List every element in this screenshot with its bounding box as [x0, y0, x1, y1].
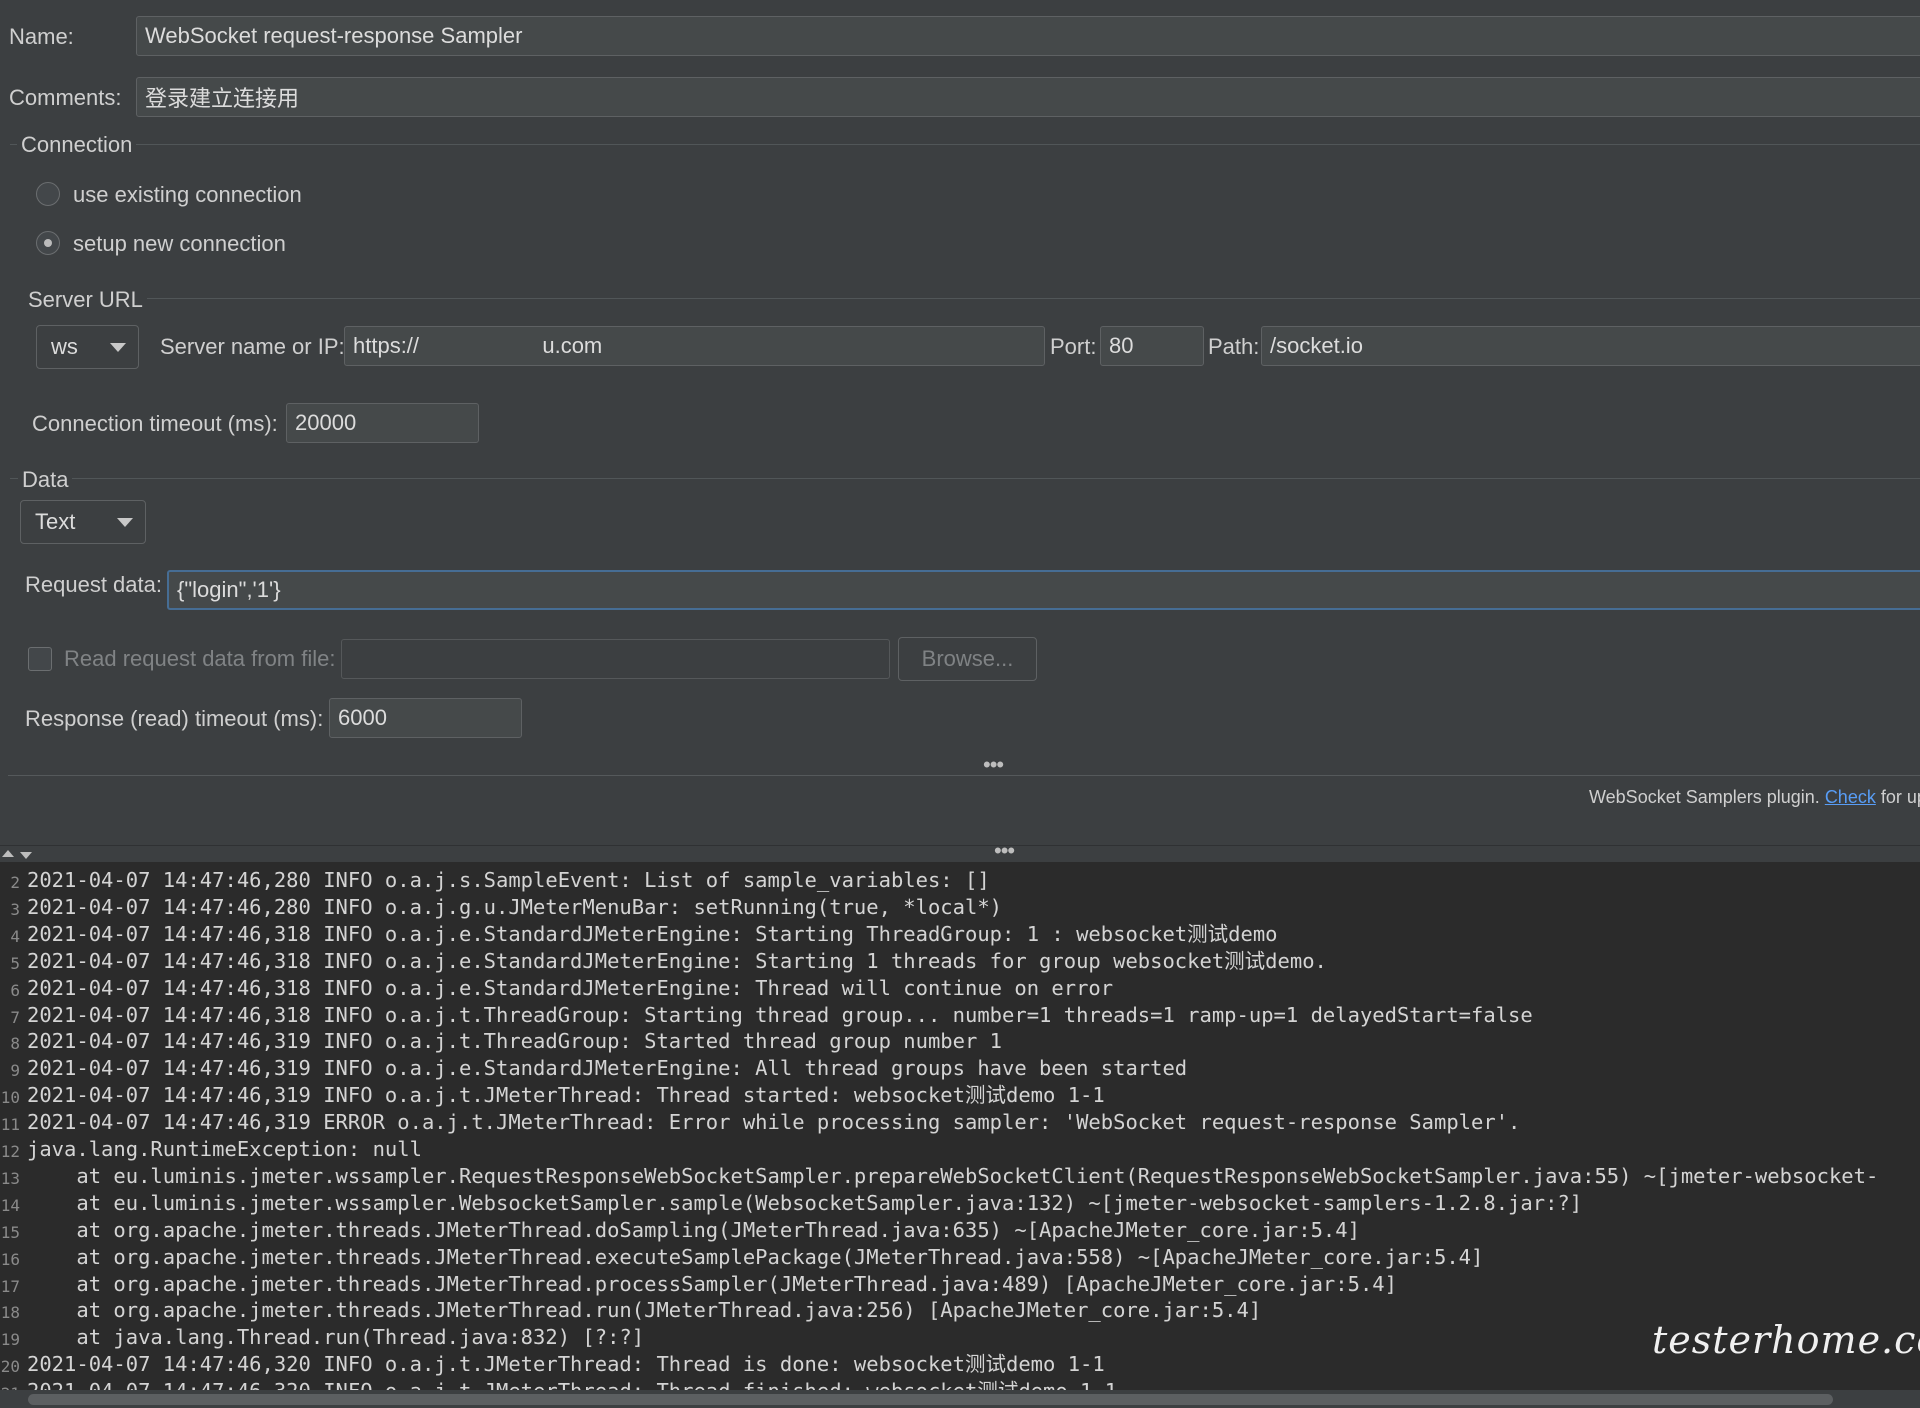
- log-text: 2021-04-07 14:47:46,318 INFO o.a.j.e.Sta…: [27, 948, 1327, 973]
- data-title: Data: [18, 467, 73, 493]
- line-number: 18: [0, 1303, 20, 1323]
- name-field[interactable]: WebSocket request-response Sampler: [136, 16, 1920, 56]
- path-field[interactable]: /socket.io: [1261, 326, 1920, 366]
- connection-title: Connection: [17, 132, 137, 158]
- ellipsis-icon[interactable]: •••: [983, 754, 1004, 776]
- server-url-separator: [24, 298, 1920, 299]
- chevron-down-icon: [110, 343, 126, 352]
- request-data-field[interactable]: {"login",'1'}: [167, 570, 1920, 610]
- log-splitter-bar[interactable]: [0, 845, 1920, 863]
- browse-button[interactable]: Browse...: [898, 637, 1037, 681]
- log-horizontal-scrollbar[interactable]: [0, 1390, 1920, 1408]
- check-updates-link[interactable]: Check: [1825, 787, 1876, 807]
- plugin-note: WebSocket Samplers plugin. Check for up: [1589, 787, 1920, 808]
- scrollbar-thumb[interactable]: [28, 1394, 1833, 1405]
- line-number: 9: [10, 1061, 20, 1081]
- name-label: Name:: [9, 24, 74, 49]
- line-number: 10: [0, 1088, 20, 1108]
- line-number: 19: [0, 1330, 20, 1350]
- data-separator: [10, 478, 1920, 479]
- log-text: 2021-04-07 14:47:46,280 INFO o.a.j.g.u.J…: [27, 894, 1003, 919]
- log-text: 2021-04-07 14:47:46,318 INFO o.a.j.e.Sta…: [27, 921, 1278, 946]
- path-label: Path:: [1208, 334, 1260, 359]
- server-name-label: Server name or IP:: [160, 334, 345, 359]
- server-name-field[interactable]: https:// u.com: [344, 326, 1045, 366]
- triangle-down-icon[interactable]: [20, 852, 32, 859]
- line-number: 4: [10, 926, 20, 946]
- protocol-select[interactable]: ws: [36, 325, 139, 369]
- log-text: 2021-04-07 14:47:46,280 INFO o.a.j.s.Sam…: [27, 868, 990, 892]
- log-text: 2021-04-07 14:47:46,320 INFO o.a.j.t.JMe…: [27, 1352, 1105, 1377]
- plugin-note-suffix: for up: [1880, 787, 1920, 807]
- log-text: 2021-04-07 14:47:46,319 INFO o.a.j.t.Thr…: [27, 1029, 1003, 1054]
- data-type-select[interactable]: Text: [20, 500, 146, 544]
- log-text: at org.apache.jmeter.threads.JMeterThrea…: [27, 1298, 1262, 1323]
- line-number: 15: [0, 1222, 20, 1242]
- line-number: 14: [0, 1195, 20, 1215]
- line-number: 11: [0, 1115, 20, 1135]
- use-existing-connection-radio[interactable]: [36, 182, 60, 206]
- use-existing-connection-label[interactable]: use existing connection: [73, 184, 302, 206]
- radio-selected-dot: [44, 239, 52, 247]
- log-text: at java.lang.Thread.run(Thread.java:832)…: [27, 1325, 645, 1350]
- response-timeout-field[interactable]: 6000: [329, 698, 522, 738]
- read-from-file-checkbox[interactable]: [28, 647, 52, 671]
- line-number: 2: [10, 873, 20, 892]
- line-number: 17: [0, 1276, 20, 1296]
- log-text: at eu.luminis.jmeter.wssampler.Websocket…: [27, 1190, 1583, 1215]
- log-text: at org.apache.jmeter.threads.JMeterThrea…: [27, 1271, 1397, 1296]
- log-text: at eu.luminis.jmeter.wssampler.RequestRe…: [27, 1163, 1879, 1188]
- log-text: 2021-04-07 14:47:46,318 INFO o.a.j.t.Thr…: [27, 1002, 1533, 1027]
- log-text: at org.apache.jmeter.threads.JMeterThrea…: [27, 1244, 1484, 1269]
- line-number: 13: [0, 1168, 20, 1188]
- log-text: 2021-04-07 14:47:46,319 INFO o.a.j.t.JMe…: [27, 1083, 1105, 1108]
- line-number: 7: [10, 1007, 20, 1027]
- watermark: testerhome.com: [1652, 1318, 1920, 1362]
- log-panel[interactable]: 2 2021-04-07 14:47:46,280 INFO o.a.j.s.Sa…: [0, 862, 1920, 1408]
- setup-new-connection-radio[interactable]: [36, 231, 60, 255]
- log-text: at org.apache.jmeter.threads.JMeterThrea…: [27, 1217, 1360, 1242]
- connection-timeout-field[interactable]: 20000: [286, 403, 479, 443]
- ellipsis-icon[interactable]: •••: [994, 840, 1015, 862]
- request-data-label: Request data:: [25, 572, 162, 597]
- log-text: 2021-04-07 14:47:46,319 INFO o.a.j.e.Sta…: [27, 1056, 1188, 1081]
- line-number: 6: [10, 980, 20, 1000]
- setup-new-connection-label[interactable]: setup new connection: [73, 233, 286, 255]
- read-from-file-label: Read request data from file:: [64, 646, 336, 671]
- line-number: 5: [10, 953, 20, 973]
- connection-separator: [10, 144, 1920, 145]
- line-number: 3: [10, 899, 20, 919]
- port-label: Port:: [1050, 334, 1097, 359]
- chevron-down-icon: [117, 518, 133, 527]
- data-type-value: Text: [35, 509, 76, 534]
- connection-timeout-label: Connection timeout (ms):: [32, 411, 278, 436]
- plugin-note-text: WebSocket Samplers plugin.: [1589, 787, 1820, 807]
- line-number: 20: [0, 1357, 20, 1377]
- response-timeout-label: Response (read) timeout (ms):: [25, 706, 324, 731]
- log-text: java.lang.RuntimeException: null: [27, 1137, 422, 1161]
- triangle-up-icon[interactable]: [2, 850, 14, 857]
- line-number: 12: [0, 1142, 20, 1161]
- log-text: 2021-04-07 14:47:46,318 INFO o.a.j.e.Sta…: [27, 975, 1114, 1000]
- panel-splitter-line: [8, 775, 1920, 776]
- log-text: 2021-04-07 14:47:46,319 ERROR o.a.j.t.JM…: [27, 1110, 1521, 1135]
- comments-field[interactable]: 登录建立连接用: [136, 77, 1920, 117]
- protocol-value: ws: [51, 334, 78, 359]
- line-number: 16: [0, 1249, 20, 1269]
- line-number: 8: [10, 1034, 20, 1054]
- server-url-title: Server URL: [24, 287, 147, 313]
- port-field[interactable]: 80: [1100, 326, 1204, 366]
- read-file-path-field: [341, 639, 890, 679]
- comments-label: Comments:: [9, 85, 122, 110]
